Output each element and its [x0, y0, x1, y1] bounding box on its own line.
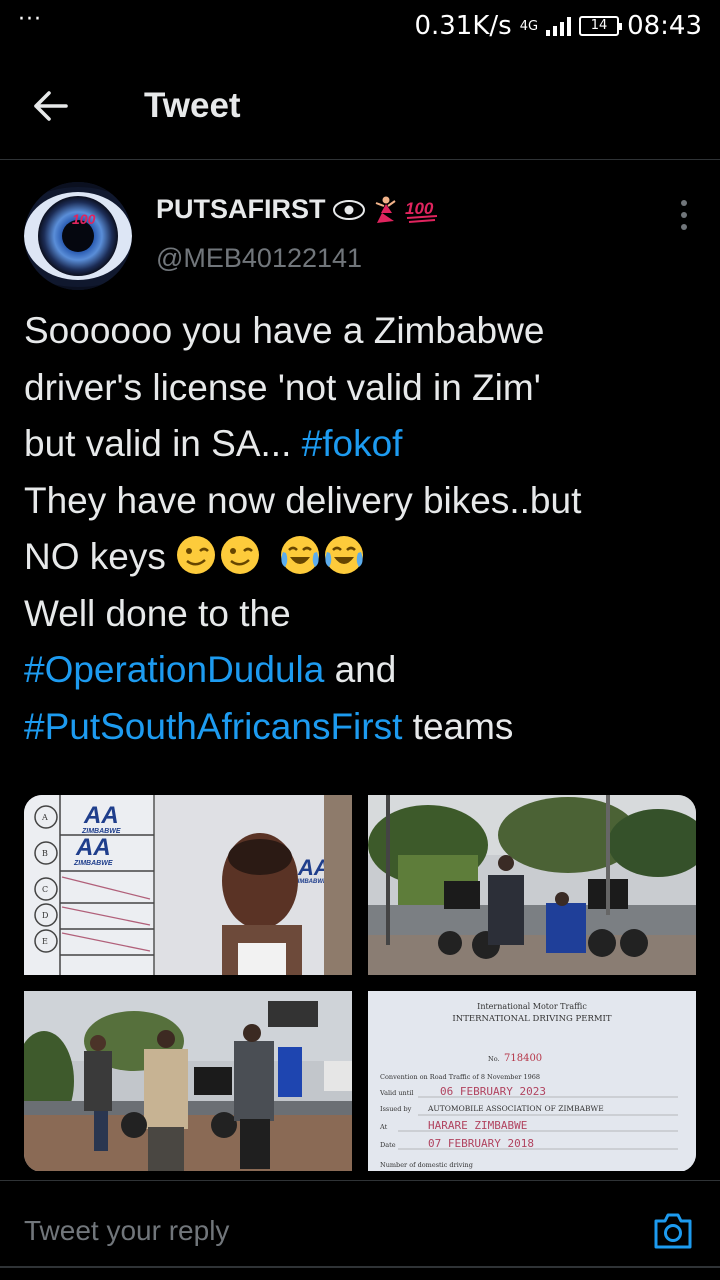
parking-bikes-photo[interactable]: [368, 795, 696, 975]
permit-title: INTERNATIONAL DRIVING PERMIT: [452, 1014, 611, 1024]
hashtag-link[interactable]: #PutSouthAfricansFirst: [24, 706, 402, 747]
license-card-photo[interactable]: A B C D E AA ZIMBABWE AA ZIMBABWE AA ZIM…: [24, 795, 352, 975]
permit-label: No.: [488, 1055, 500, 1063]
clock: 08:43: [627, 11, 702, 41]
permit-valid-until: 06 FEBRUARY 2023: [440, 1085, 546, 1098]
aa-logo: AA: [75, 834, 111, 861]
reply-input[interactable]: Tweet your reply: [24, 1215, 229, 1247]
tweet-line: and: [324, 649, 397, 690]
driving-permit-photo[interactable]: International Motor Traffic INTERNATIONA…: [368, 991, 696, 1171]
reply-bar: Tweet your reply: [0, 1180, 720, 1280]
arrow-left-icon: [34, 90, 68, 121]
row-label: C: [42, 885, 48, 894]
svg-text:100: 100: [405, 199, 434, 218]
status-bar: ··· 0.31K/s 4G 14 08:43: [0, 0, 720, 52]
media-grid: A B C D E AA ZIMBABWE AA ZIMBABWE AA ZIM…: [24, 795, 696, 1172]
tweet-line: NO keys: [24, 536, 177, 577]
tweet-line: but valid in SA...: [24, 423, 302, 464]
permit-issuer: AUTOMOBILE ASSOCIATION OF ZIMBABWE: [427, 1104, 604, 1113]
notification-dots: ···: [18, 6, 42, 32]
tweet-line: Soooooo you have a Zimbabwe: [24, 310, 545, 351]
camera-button[interactable]: [652, 1211, 694, 1251]
tears-of-joy-icon: [325, 536, 364, 574]
aa-logo: AA: [83, 802, 119, 829]
author-name: PUTSAFIRST: [156, 194, 326, 224]
permit-label: Convention on Road Traffic of 8 November…: [380, 1073, 540, 1081]
tweet-line: teams: [402, 705, 514, 747]
row-label: D: [42, 911, 48, 920]
page-title: Tweet: [144, 85, 241, 125]
author-name-row[interactable]: PUTSAFIRST 100: [156, 194, 440, 225]
aa-logo-sub: ZIMBABWE: [293, 879, 328, 885]
more-icon: [681, 200, 687, 206]
tweet-line: They have now delivery bikes..but: [24, 479, 582, 521]
permit-number: 718400: [504, 1053, 542, 1064]
back-button[interactable]: [0, 52, 110, 160]
more-options-button[interactable]: [680, 200, 688, 230]
row-label: E: [42, 937, 48, 946]
permit-place: HARARE ZIMBABWE: [428, 1119, 527, 1132]
permit-label: Date: [380, 1141, 396, 1149]
permit-label: At: [379, 1123, 388, 1131]
tweet-author: 100 PUTSAFIRST 100 @MEB40122141: [24, 182, 696, 292]
tweet-line: Well done to the: [24, 592, 291, 634]
hundred-points-icon: 100: [405, 199, 437, 223]
permit-date: 07 FEBRUARY 2018: [428, 1137, 534, 1150]
divider: [0, 1266, 720, 1268]
camera-icon: [654, 1213, 692, 1249]
winking-face-icon: [221, 536, 260, 574]
permit-heading: International Motor Traffic: [477, 1002, 587, 1011]
people-bikes-photo[interactable]: [24, 991, 352, 1171]
aa-logo-sub: ZIMBABWE: [73, 860, 113, 867]
tweet-text: Soooooo you have a Zimbabwe driver's lic…: [24, 303, 704, 755]
tweet-line: driver's license 'not valid in Zim': [24, 366, 541, 408]
avatar[interactable]: 100: [24, 182, 132, 290]
svg-text:100: 100: [72, 211, 96, 227]
hashtag-link[interactable]: #fokof: [302, 423, 403, 464]
dancer-icon: [375, 196, 396, 223]
row-label: A: [41, 813, 48, 822]
permit-label: Issued by: [380, 1105, 412, 1113]
hashtag-link[interactable]: #OperationDudula: [24, 649, 324, 690]
permit-label: Number of domestic driving: [380, 1161, 473, 1169]
permit-label: Valid until: [379, 1089, 414, 1097]
author-handle[interactable]: @MEB40122141: [156, 243, 362, 274]
network-speed: 0.31K/s: [414, 11, 512, 41]
app-header: Tweet: [0, 52, 720, 160]
row-label: B: [42, 849, 48, 858]
winking-face-icon: [177, 536, 216, 574]
eye-speech-icon: [332, 199, 365, 220]
tears-of-joy-icon: [281, 536, 320, 574]
signal-icon: [546, 16, 572, 36]
network-type: 4G: [519, 18, 539, 34]
battery-icon: 14: [579, 16, 623, 36]
